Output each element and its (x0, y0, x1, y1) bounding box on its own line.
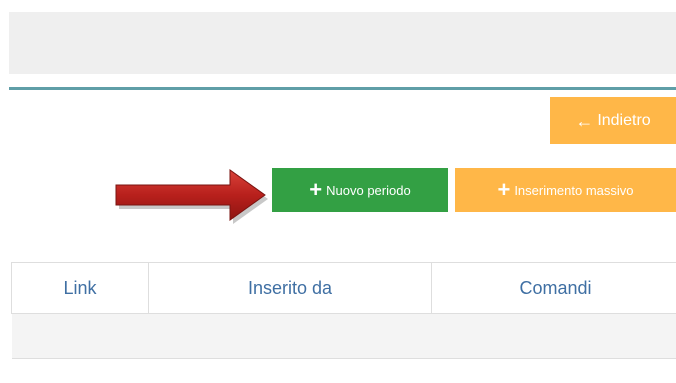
top-banner (9, 12, 676, 74)
back-button[interactable]: ← Indietro (550, 97, 676, 144)
column-header-link[interactable]: Link (11, 262, 149, 314)
column-header-commands[interactable]: Comandi (431, 262, 676, 314)
plus-icon: + (497, 177, 511, 202)
periods-table: Link Inserito da Comandi (11, 262, 676, 359)
table-header-row: Link Inserito da Comandi (11, 262, 676, 314)
new-period-label: Nuovo periodo (326, 182, 411, 198)
bulk-insert-button[interactable]: + Inserimento massivo (455, 168, 676, 212)
new-period-button[interactable]: + Nuovo periodo (272, 168, 448, 212)
arrow-left-icon: ← (575, 110, 594, 131)
table-row (11, 313, 676, 359)
bulk-insert-label: Inserimento massivo (514, 182, 634, 198)
empty-row (11, 313, 676, 359)
back-button-label: Indietro (597, 111, 651, 129)
red-arrow-annotation (115, 169, 268, 224)
section-divider (9, 87, 676, 90)
column-header-inserted-by[interactable]: Inserito da (148, 262, 432, 314)
plus-icon: + (309, 177, 323, 202)
